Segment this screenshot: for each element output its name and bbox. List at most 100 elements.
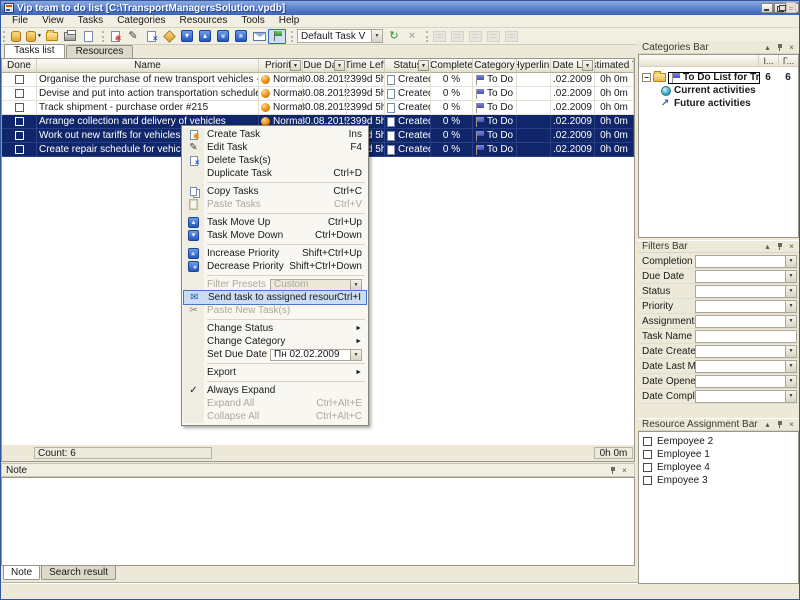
column-header-status[interactable]: Status▼	[385, 59, 431, 73]
menu-item-edit-task[interactable]: ✎Edit TaskF4	[183, 141, 367, 154]
column-header-estimated[interactable]: Estimated Tir	[595, 59, 634, 73]
menu-item-task-move-down[interactable]: ▾Task Move DownCtrl+Down	[183, 229, 367, 242]
resource-item[interactable]: Empoyee 3	[639, 474, 798, 487]
column-header-category[interactable]: Category	[473, 59, 517, 73]
column-header-name[interactable]: Name	[37, 59, 259, 73]
resource-checkbox[interactable]	[643, 450, 652, 459]
dropdown-arrow-icon[interactable]: ▼	[785, 361, 796, 372]
menu-item-paste-new-task-s-[interactable]: ✂Paste New Task(s)	[183, 304, 367, 317]
send-to-resource-button[interactable]	[268, 29, 286, 44]
menu-item-combo[interactable]: Custom▼	[270, 279, 362, 291]
column-header-date_last[interactable]: Date Las▼	[551, 59, 595, 73]
categories-close-button[interactable]: ×	[786, 42, 797, 52]
complete-task-button[interactable]	[160, 29, 178, 44]
tab-tasks-list[interactable]: Tasks list	[4, 44, 65, 58]
done-checkbox[interactable]	[15, 131, 24, 140]
menu-item-set-due-date-for-selected-tasks[interactable]: Set Due Date for selected tasksПн 02.02.…	[183, 348, 367, 361]
menu-item-decrease-priority[interactable]: »Decrease PriorityShift+Ctrl+Down	[183, 260, 367, 273]
menubar-item-resources[interactable]: Resources	[173, 15, 235, 27]
dropdown-arrow-icon[interactable]: ▼	[785, 376, 796, 387]
done-checkbox[interactable]	[15, 145, 24, 154]
dropdown-arrow-icon[interactable]: ▼	[785, 286, 796, 297]
menu-item-expand-all[interactable]: Expand AllCtrl+Alt+E	[183, 397, 367, 410]
increase-priority-button[interactable]: »	[232, 29, 250, 44]
report-button-4[interactable]	[484, 29, 502, 44]
done-checkbox[interactable]	[15, 89, 24, 98]
menubar-item-help[interactable]: Help	[272, 15, 307, 27]
menubar-overflow-button[interactable]: =	[786, 2, 796, 13]
send-by-email-button[interactable]	[250, 29, 268, 44]
note-panel-body[interactable]	[1, 477, 635, 566]
filter-value-dropdown[interactable]: ▼	[695, 270, 797, 283]
dropdown-arrow-icon[interactable]: ▼	[785, 301, 796, 312]
filter-value-input[interactable]	[695, 330, 797, 343]
menu-item-delete-task-s-[interactable]: ×Delete Task(s)	[183, 154, 367, 167]
menubar-item-file[interactable]: File	[5, 15, 35, 27]
menu-combo-dropdown-icon[interactable]: ▼	[350, 280, 361, 290]
column-header-done[interactable]: Done	[2, 59, 37, 73]
categories-collapse-button[interactable]: ▴	[762, 42, 773, 52]
minimize-button[interactable]	[761, 3, 773, 13]
menu-item-increase-priority[interactable]: »Increase PriorityShift+Ctrl+Up	[183, 247, 367, 260]
bottom-tab-note[interactable]: Note	[3, 566, 40, 580]
resource-item[interactable]: Eempoyee 2	[639, 435, 798, 448]
categories-col2-header[interactable]: Г...	[778, 55, 798, 66]
filter-value-dropdown[interactable]: ▼	[695, 255, 797, 268]
resource-item[interactable]: Employee 1	[639, 448, 798, 461]
column-filter-button[interactable]: ▼	[290, 60, 301, 71]
column-filter-button[interactable]: ▼	[334, 60, 345, 71]
category-item-future-activities[interactable]: ↗Future activities	[639, 97, 798, 110]
move-task-down-button[interactable]: ▾	[178, 29, 196, 44]
column-filter-button[interactable]: ▼	[582, 60, 593, 71]
menubar-item-tasks[interactable]: Tasks	[71, 15, 111, 27]
delete-task-button[interactable]: ×	[142, 29, 160, 44]
menubar-item-categories[interactable]: Categories	[110, 15, 172, 27]
filters-pin-button[interactable]	[774, 242, 785, 252]
table-row[interactable]: Organise the purchase of new transport v…	[2, 73, 634, 87]
open-list-button[interactable]: ▼	[25, 29, 43, 44]
menu-item-paste-tasks[interactable]: Paste TasksCtrl+V	[183, 198, 367, 211]
note-pin-button[interactable]	[607, 465, 618, 475]
categories-col1-header[interactable]: I...	[758, 55, 778, 66]
print-preview-button[interactable]	[79, 29, 97, 44]
resource-checkbox[interactable]	[643, 463, 652, 472]
resource-collapse-button[interactable]: ▴	[762, 420, 773, 430]
table-row[interactable]: Devise and put into action transportatio…	[2, 87, 634, 101]
resource-close-button[interactable]: ×	[786, 420, 797, 430]
filter-value-dropdown[interactable]: ▼	[695, 390, 797, 403]
menu-item-send-task-to-assigned-resource[interactable]: ✉Send task to assigned resourceCtrl+I	[183, 290, 367, 305]
menu-item-create-task[interactable]: ✱Create TaskIns	[183, 128, 367, 141]
filter-value-dropdown[interactable]: ▼	[695, 300, 797, 313]
dropdown-arrow-icon[interactable]: ▼	[785, 391, 796, 402]
filter-value-dropdown[interactable]: ▼	[695, 285, 797, 298]
table-row[interactable]: Track shipment - purchase order #215Norm…	[2, 101, 634, 115]
new-task-button[interactable]: ✱	[106, 29, 124, 44]
restore-button[interactable]	[774, 3, 786, 13]
done-checkbox[interactable]	[15, 103, 24, 112]
menubar-item-view[interactable]: View	[35, 15, 71, 27]
menu-item-task-move-up[interactable]: ▴Task Move UpCtrl+Up	[183, 216, 367, 229]
menu-item-combo[interactable]: Пн 02.02.2009▼	[270, 349, 362, 361]
column-filter-button[interactable]: ▼	[418, 60, 429, 71]
menu-item-change-status[interactable]: Change Status►	[183, 322, 367, 335]
bottom-tab-search-result[interactable]: Search result	[41, 566, 116, 580]
decrease-priority-button[interactable]: »	[214, 29, 232, 44]
resource-checkbox[interactable]	[643, 476, 652, 485]
column-header-due[interactable]: Due Date▼	[303, 59, 347, 73]
apply-view-button[interactable]: ↻	[385, 29, 403, 44]
resource-item[interactable]: Employee 4	[639, 461, 798, 474]
resource-pin-button[interactable]	[774, 420, 785, 430]
menu-item-duplicate-task[interactable]: Duplicate TaskCtrl+D	[183, 167, 367, 180]
column-header-hyperlink[interactable]: Hyperlink	[517, 59, 551, 73]
report-button-1[interactable]	[430, 29, 448, 44]
menu-combo-dropdown-icon[interactable]: ▼	[350, 350, 361, 360]
menubar-item-tools[interactable]: Tools	[234, 15, 271, 27]
column-header-priority[interactable]: Priority▼	[259, 59, 303, 73]
category-item-current-activities[interactable]: Current activities	[639, 84, 798, 97]
dropdown-arrow-icon[interactable]: ▼	[785, 316, 796, 327]
tab-resources[interactable]: Resources	[66, 45, 134, 58]
done-checkbox[interactable]	[15, 75, 24, 84]
dropdown-arrow-icon[interactable]: ▼	[785, 271, 796, 282]
menu-item-export[interactable]: Export►	[183, 366, 367, 379]
new-list-button[interactable]	[7, 29, 25, 44]
